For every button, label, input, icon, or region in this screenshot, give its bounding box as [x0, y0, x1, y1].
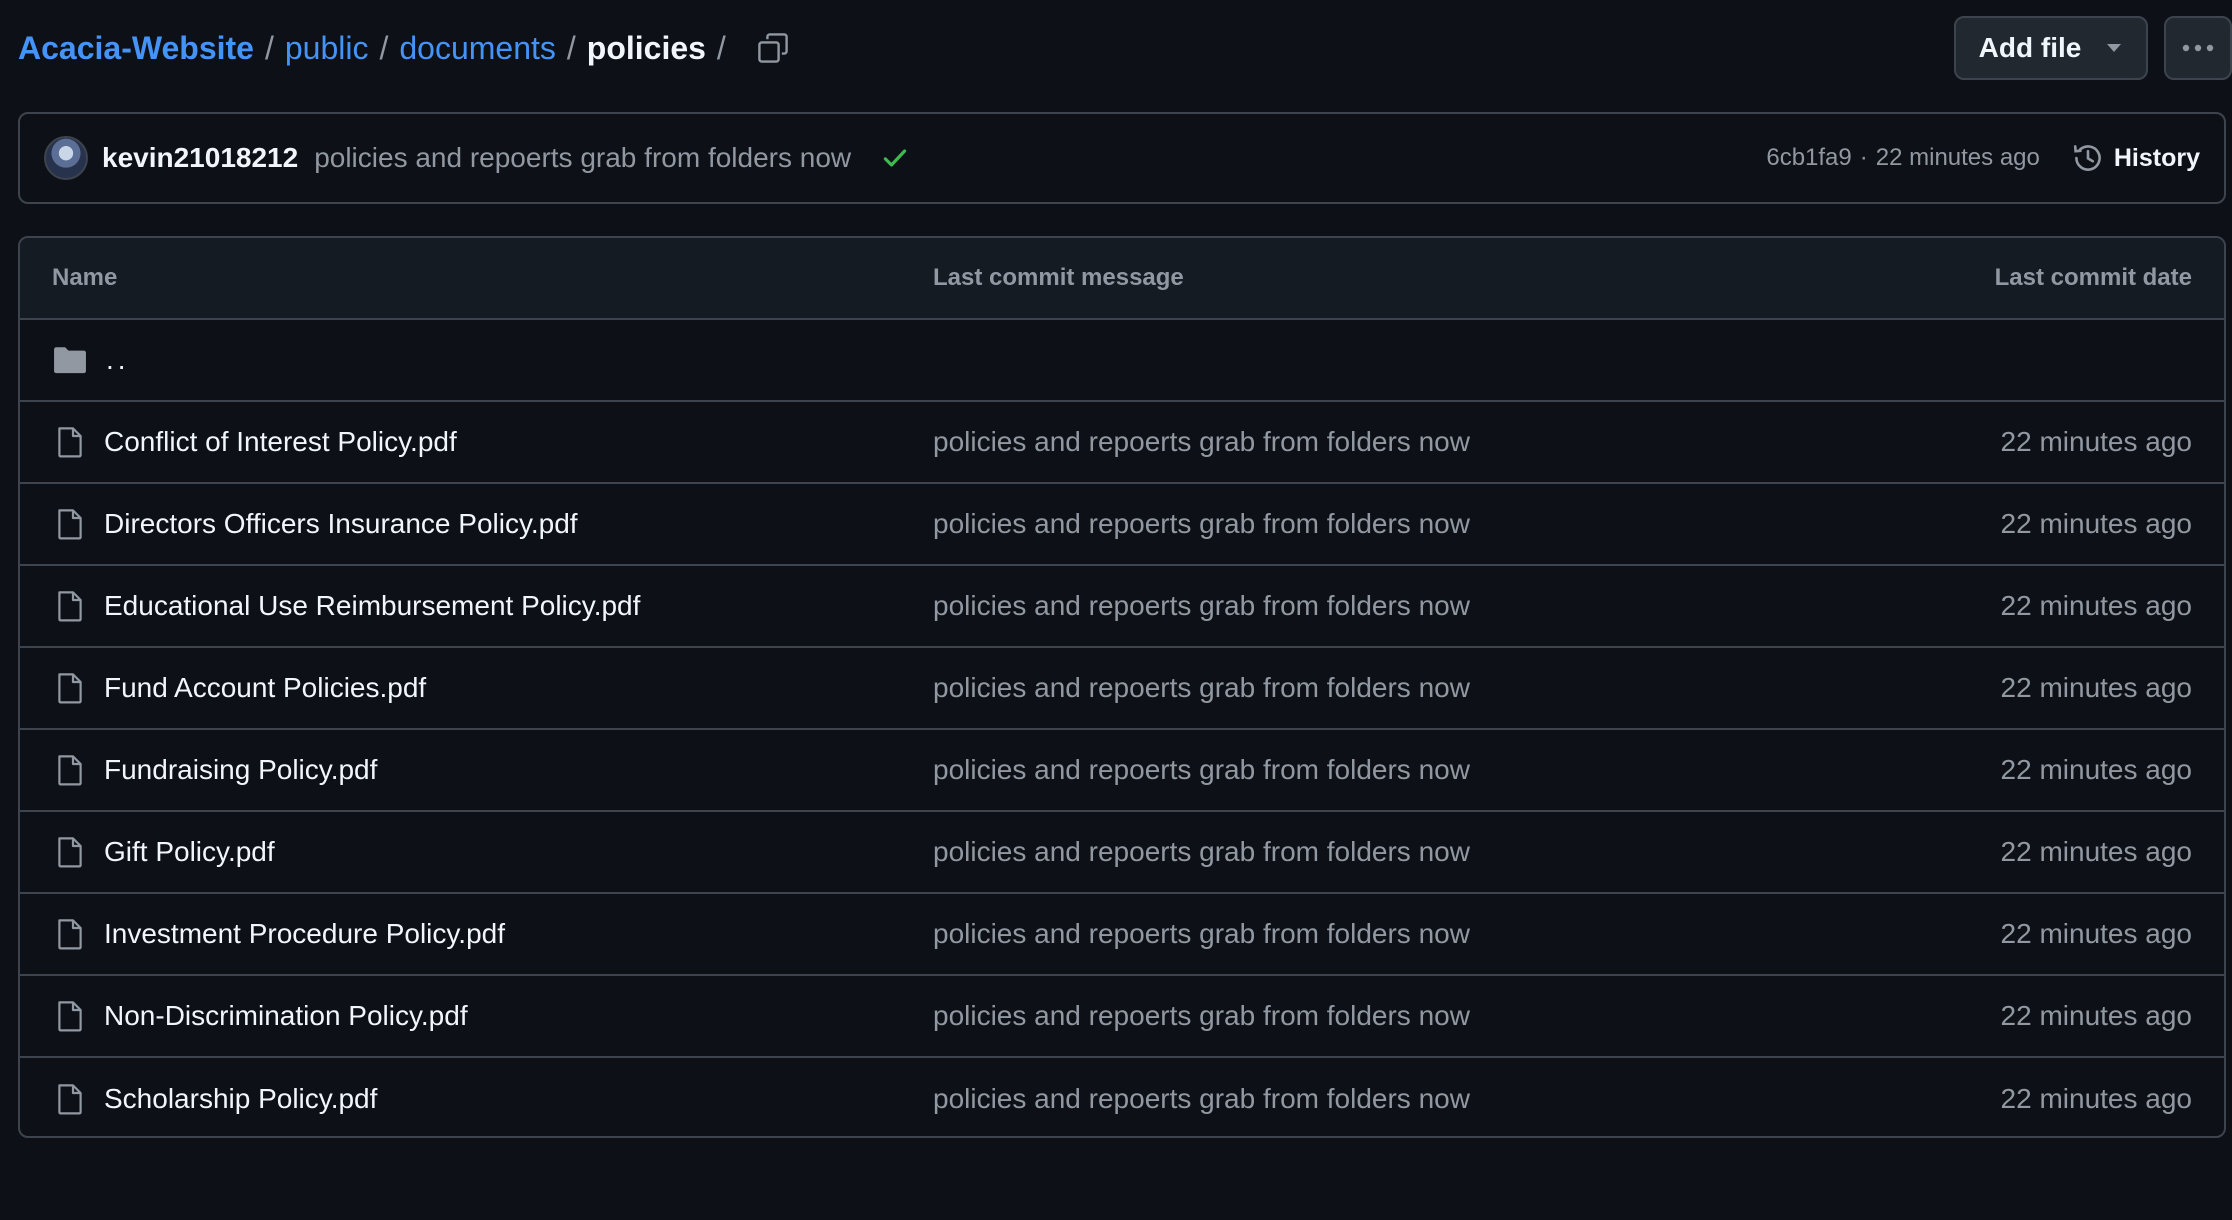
file-icon	[52, 670, 88, 706]
file-name-link[interactable]: Investment Procedure Policy.pdf	[104, 918, 505, 950]
file-name-link[interactable]: Fund Account Policies.pdf	[104, 672, 426, 704]
parent-directory-cell: ..	[52, 342, 933, 378]
file-commit-message-link[interactable]: policies and repoerts grab from folders …	[933, 754, 1470, 785]
file-icon	[52, 752, 88, 788]
commit-meta-separator: ·	[1859, 144, 1868, 171]
file-name-link[interactable]: Educational Use Reimbursement Policy.pdf	[104, 590, 640, 622]
file-commit-date: 22 minutes ago	[2000, 1083, 2192, 1114]
file-icon	[52, 1081, 88, 1117]
copy-icon	[758, 33, 788, 63]
column-header-date: Last commit date	[1994, 264, 2192, 291]
triangle-down-icon	[2105, 42, 2123, 54]
file-icon	[52, 588, 88, 624]
more-options-button[interactable]	[2164, 16, 2232, 80]
file-commit-date: 22 minutes ago	[2000, 918, 2192, 949]
file-commit-date: 22 minutes ago	[2000, 1000, 2192, 1031]
file-list: Conflict of Interest Policy.pdf policies…	[20, 402, 2224, 1136]
copy-path-button[interactable]	[749, 24, 797, 72]
latest-commit-bar: kevin21018212 policies and repoerts grab…	[18, 112, 2226, 204]
avatar[interactable]	[44, 136, 88, 180]
file-commit-message-link[interactable]: policies and repoerts grab from folders …	[933, 508, 1470, 539]
table-row[interactable]: Fund Account Policies.pdf policies and r…	[20, 648, 2224, 730]
column-header-message: Last commit message	[933, 264, 1184, 291]
file-name-cell: Directors Officers Insurance Policy.pdf	[52, 506, 933, 542]
repo-directory-page: Acacia-Website / public / documents / po…	[0, 0, 2232, 1220]
breadcrumb-repo-link[interactable]: Acacia-Website	[18, 30, 254, 67]
table-row[interactable]: Directors Officers Insurance Policy.pdf …	[20, 484, 2224, 566]
file-commit-message-link[interactable]: policies and repoerts grab from folders …	[933, 672, 1470, 703]
kebab-horizontal-icon	[2182, 44, 2214, 52]
commit-meta: 6cb1fa9 · 22 minutes ago	[1766, 144, 2040, 172]
parent-directory-row[interactable]: ..	[20, 320, 2224, 402]
file-commit-date: 22 minutes ago	[2000, 836, 2192, 867]
file-name-cell: Gift Policy.pdf	[52, 834, 933, 870]
file-icon	[52, 998, 88, 1034]
breadcrumb-current-folder: policies	[586, 29, 706, 66]
history-icon	[2073, 145, 2101, 171]
table-header: Name Last commit message Last commit dat…	[20, 238, 2224, 320]
file-name-link[interactable]: Non-Discrimination Policy.pdf	[104, 1000, 468, 1032]
file-name-cell: Educational Use Reimbursement Policy.pdf	[52, 588, 933, 624]
add-file-label: Add file	[1978, 32, 2082, 63]
file-icon	[52, 506, 88, 542]
file-name-link[interactable]: Scholarship Policy.pdf	[104, 1083, 377, 1115]
breadcrumb-separator: /	[566, 29, 576, 66]
breadcrumb-separator: /	[379, 29, 389, 66]
file-name-link[interactable]: Fundraising Policy.pdf	[104, 754, 377, 786]
file-name-cell: Scholarship Policy.pdf	[52, 1081, 933, 1117]
file-icon	[52, 916, 88, 952]
table-row[interactable]: Scholarship Policy.pdf policies and repo…	[20, 1058, 2224, 1136]
add-file-button[interactable]: Add file	[1954, 16, 2148, 80]
table-row[interactable]: Educational Use Reimbursement Policy.pdf…	[20, 566, 2224, 648]
breadcrumb-separator: /	[264, 29, 274, 66]
file-name-cell: Fund Account Policies.pdf	[52, 670, 933, 706]
breadcrumb-folder-documents[interactable]: documents	[399, 30, 556, 67]
directory-header: Acacia-Website / public / documents / po…	[18, 14, 2232, 82]
breadcrumb-folder-public[interactable]: public	[285, 30, 369, 67]
file-icon	[52, 424, 88, 460]
file-commit-message-link[interactable]: policies and repoerts grab from folders …	[933, 836, 1470, 867]
file-commit-date: 22 minutes ago	[2000, 754, 2192, 785]
file-name-cell: Investment Procedure Policy.pdf	[52, 916, 933, 952]
commit-time: 22 minutes ago	[1875, 144, 2040, 171]
file-name-link[interactable]: Directors Officers Insurance Policy.pdf	[104, 508, 578, 540]
file-commit-message-link[interactable]: policies and repoerts grab from folders …	[933, 1083, 1470, 1114]
table-row[interactable]: Fundraising Policy.pdf policies and repo…	[20, 730, 2224, 812]
folder-icon	[52, 342, 88, 378]
commit-sha-link[interactable]: 6cb1fa9	[1766, 144, 1851, 172]
table-row[interactable]: Investment Procedure Policy.pdf policies…	[20, 894, 2224, 976]
file-commit-message-link[interactable]: policies and repoerts grab from folders …	[933, 426, 1470, 457]
file-commit-message-link[interactable]: policies and repoerts grab from folders …	[933, 590, 1470, 621]
file-name-link[interactable]: Conflict of Interest Policy.pdf	[104, 426, 457, 458]
file-name-cell: Non-Discrimination Policy.pdf	[52, 998, 933, 1034]
header-actions: Add file	[1954, 16, 2232, 80]
file-name-cell: Fundraising Policy.pdf	[52, 752, 933, 788]
file-table: Name Last commit message Last commit dat…	[18, 236, 2226, 1138]
breadcrumb-separator: /	[716, 29, 726, 66]
file-commit-date: 22 minutes ago	[2000, 590, 2192, 621]
breadcrumb: Acacia-Website / public / documents / po…	[18, 30, 737, 67]
file-name-link[interactable]: Gift Policy.pdf	[104, 836, 275, 868]
file-commit-message-link[interactable]: policies and repoerts grab from folders …	[933, 1000, 1470, 1031]
file-commit-date: 22 minutes ago	[2000, 508, 2192, 539]
file-commit-date: 22 minutes ago	[2000, 672, 2192, 703]
file-commit-date: 22 minutes ago	[2000, 426, 2192, 457]
table-row[interactable]: Gift Policy.pdf policies and repoerts gr…	[20, 812, 2224, 894]
table-row[interactable]: Non-Discrimination Policy.pdf policies a…	[20, 976, 2224, 1058]
file-commit-message-link[interactable]: policies and repoerts grab from folders …	[933, 918, 1470, 949]
table-row[interactable]: Conflict of Interest Policy.pdf policies…	[20, 402, 2224, 484]
file-icon	[52, 834, 88, 870]
parent-directory-link[interactable]: ..	[106, 344, 130, 376]
commit-message-link[interactable]: policies and repoerts grab from folders …	[314, 142, 851, 174]
history-label: History	[2113, 143, 2200, 172]
commit-author-link[interactable]: kevin21018212	[102, 142, 298, 174]
column-header-name: Name	[52, 264, 118, 291]
file-name-cell: Conflict of Interest Policy.pdf	[52, 424, 933, 460]
history-button[interactable]: History	[2072, 142, 2200, 174]
check-icon[interactable]	[881, 144, 909, 172]
